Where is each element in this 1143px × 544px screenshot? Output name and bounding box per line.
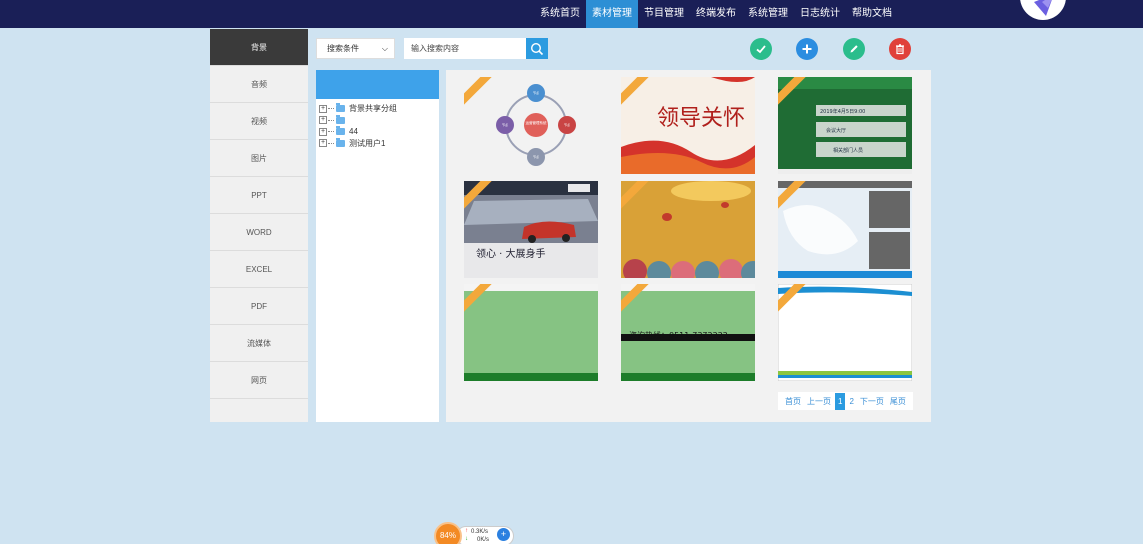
category-streaming[interactable]: 流媒体 (210, 325, 308, 362)
network-speed-widget[interactable]: ↑ 0.3K/s ↓ 0K/s 84% + (434, 520, 514, 544)
material-thumbnail[interactable]: 咨询热线：0511-7372222 (621, 284, 755, 381)
schedule-row-text: 2019年4月5日9:00 (820, 108, 865, 115)
tree-node[interactable]: + (319, 114, 439, 127)
diagram-node-text: 节点 (533, 90, 539, 95)
add-button[interactable] (796, 38, 818, 60)
festival-title-text: 领导关怀 (657, 106, 745, 131)
schedule-row-text: 会议大厅 (826, 127, 846, 134)
last-page-link[interactable]: 尾页 (890, 396, 906, 407)
material-thumbnail[interactable]: 领导关怀 (621, 77, 755, 174)
trash-icon (896, 44, 904, 55)
pencil-icon (850, 45, 858, 53)
tree-header (316, 70, 439, 99)
search-condition-label: 搜索条件 (327, 44, 359, 53)
approved-ribbon (464, 181, 496, 213)
chevron-down-icon: ⌵ (381, 43, 388, 53)
approved-ribbon (778, 77, 810, 109)
material-thumbnail[interactable] (778, 181, 912, 278)
search-icon (530, 42, 544, 55)
diagram-node-text: 节点 (502, 122, 508, 127)
search-input[interactable] (404, 38, 526, 59)
page-link[interactable]: 2 (849, 397, 853, 406)
material-grid: 运营管理系统 节点 节点 节点 节点 领导关怀 2019年4月5日9:00 会议… (446, 70, 931, 422)
speed-percent-badge: 84% (434, 522, 462, 544)
top-nav-bar: 系统首页 素材管理 节目管理 终端发布 系统管理 日志统计 帮助文档 (0, 0, 1143, 28)
nav-item-logs[interactable]: 日志统计 (794, 0, 846, 28)
check-icon (756, 45, 766, 54)
download-speed: 0K/s (477, 537, 490, 543)
page-link-current[interactable]: 1 (835, 392, 846, 410)
next-page-link[interactable]: 下一页 (860, 396, 884, 407)
nav-item-help[interactable]: 帮助文档 (846, 0, 898, 28)
nav-item-home[interactable]: 系统首页 (534, 0, 586, 28)
folder-icon (336, 137, 345, 147)
folder-icon (336, 126, 345, 136)
material-thumbnail[interactable] (621, 181, 755, 278)
approved-ribbon (778, 284, 810, 316)
search-button[interactable] (526, 38, 548, 59)
main-menu: 系统首页 素材管理 节目管理 终端发布 系统管理 日志统计 帮助文档 (534, 0, 898, 28)
expand-icon[interactable]: + (319, 139, 327, 148)
category-excel[interactable]: EXCEL (210, 251, 308, 288)
approved-ribbon (621, 77, 653, 109)
folder-icon (336, 114, 345, 124)
diagram-center-text: 运营管理系统 (526, 120, 547, 125)
app-logo (1020, 0, 1066, 20)
approved-ribbon (621, 284, 653, 316)
approve-button[interactable] (750, 38, 772, 60)
upload-speed: 0.3K/s (471, 529, 489, 535)
first-page-link[interactable]: 首页 (785, 396, 801, 407)
edit-button[interactable] (843, 38, 865, 60)
nav-item-material[interactable]: 素材管理 (586, 0, 638, 28)
diagram-node-text: 节点 (564, 122, 570, 127)
pagination: 首页 上一页 1 2 下一页 尾页 (778, 392, 913, 410)
group-tree-panel: + 背景共享分组 + +44 + 测试用户1 (316, 70, 439, 422)
green-text-caption: 咨询热线：0511-7372222 (629, 330, 728, 340)
folder-icon (336, 103, 345, 113)
delete-button[interactable] (889, 38, 911, 60)
expand-icon[interactable]: + (319, 104, 327, 113)
approved-ribbon (621, 181, 653, 213)
category-ppt[interactable]: PPT (210, 177, 308, 214)
approved-ribbon (464, 284, 496, 316)
tree-node-label: 44 (349, 127, 358, 137)
material-thumbnail[interactable]: 2019年4月5日9:00 会议大厅 相关部门人员 (778, 77, 912, 174)
approved-ribbon (778, 181, 810, 213)
accelerate-icon[interactable]: + (497, 528, 510, 541)
material-thumbnail[interactable] (464, 284, 598, 381)
diagram-node-text: 节点 (533, 154, 539, 159)
category-audio[interactable]: 音频 (210, 66, 308, 103)
nav-item-program[interactable]: 节目管理 (638, 0, 690, 28)
category-background[interactable]: 背景 (210, 29, 308, 66)
category-webpage[interactable]: 网页 (210, 362, 308, 399)
category-video[interactable]: 视频 (210, 103, 308, 140)
tree-node[interactable]: +44 (319, 126, 439, 138)
tree-node[interactable]: + 背景共享分组 (319, 103, 439, 115)
expand-icon[interactable]: + (319, 127, 327, 136)
prev-page-link[interactable]: 上一页 (807, 396, 831, 407)
upload-arrow-icon: ↑ (465, 528, 468, 534)
material-thumbnail[interactable] (778, 284, 912, 381)
approved-ribbon (464, 77, 496, 109)
category-sidebar: 背景 音频 视频 图片 PPT WORD EXCEL PDF 流媒体 网页 (210, 29, 308, 422)
download-arrow-icon: ↓ (465, 536, 468, 542)
expand-icon[interactable]: + (319, 116, 327, 125)
nav-item-terminal[interactable]: 终端发布 (690, 0, 742, 28)
material-thumbnail[interactable]: 领心 · 大展身手 (464, 181, 598, 278)
search-condition-select[interactable]: 搜索条件 ⌵ (316, 38, 395, 59)
material-thumbnail[interactable]: 运营管理系统 节点 节点 节点 节点 (464, 77, 598, 174)
tree-node[interactable]: + 测试用户1 (319, 137, 439, 150)
category-image[interactable]: 图片 (210, 140, 308, 177)
category-pdf[interactable]: PDF (210, 288, 308, 325)
schedule-row-text: 相关部门人员 (833, 147, 863, 154)
tree-node-label: 背景共享分组 (349, 104, 397, 114)
plus-icon (802, 44, 812, 54)
tree-node-label: 测试用户1 (349, 138, 386, 148)
category-word[interactable]: WORD (210, 214, 308, 251)
car-poster-title-text: 领心 · 大展身手 (476, 247, 546, 260)
nav-item-system[interactable]: 系统管理 (742, 0, 794, 28)
